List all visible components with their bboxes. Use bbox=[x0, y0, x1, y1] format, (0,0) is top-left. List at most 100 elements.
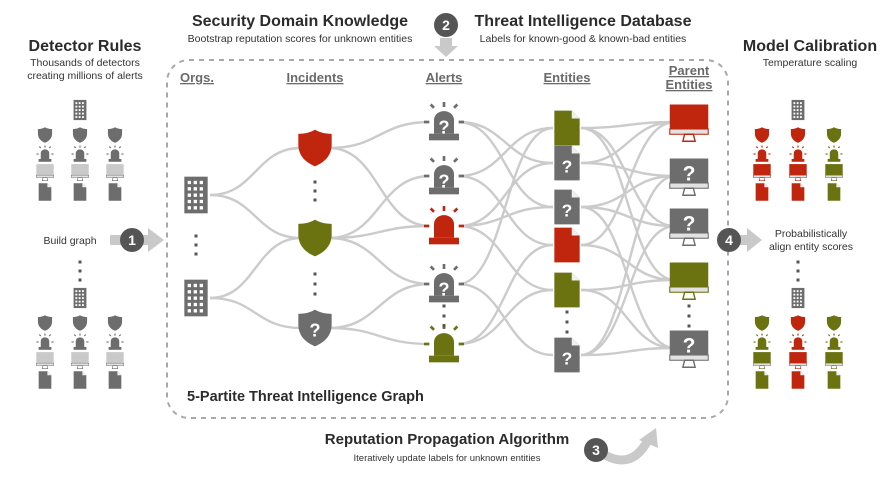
graph-edge bbox=[328, 146, 431, 228]
graph-edge bbox=[328, 120, 431, 150]
alert-icon bbox=[36, 333, 54, 350]
building-icon bbox=[184, 176, 208, 214]
ellipsis-dot bbox=[194, 252, 198, 256]
doc-icon bbox=[108, 183, 122, 201]
graph-edge bbox=[328, 326, 431, 346]
doc-node-unknown: ? bbox=[554, 145, 580, 181]
entity-doc bbox=[791, 371, 805, 389]
step-3-number: 3 bbox=[592, 442, 600, 458]
ellipsis-dot bbox=[687, 304, 691, 308]
monitor-icon bbox=[753, 352, 771, 370]
ellipsis-dot bbox=[442, 304, 446, 308]
alert-siren bbox=[789, 145, 807, 162]
alert-siren bbox=[71, 145, 89, 162]
entity-doc bbox=[38, 371, 52, 389]
parent-monitor bbox=[753, 352, 771, 370]
right-arrow-icon bbox=[747, 228, 762, 252]
doc-icon bbox=[73, 183, 87, 201]
alert-icon bbox=[36, 145, 54, 162]
shield-icon bbox=[754, 315, 770, 331]
ellipsis-dot bbox=[78, 269, 82, 273]
shield-icon bbox=[826, 315, 842, 331]
column-header-alerts: Alerts bbox=[426, 70, 463, 85]
doc-icon bbox=[108, 371, 122, 389]
unknown-marker: ? bbox=[683, 212, 696, 235]
incident-shield bbox=[107, 315, 123, 331]
shield-node-bad bbox=[298, 129, 332, 167]
detector-rules-subtitle-2: creating millions of alerts bbox=[27, 70, 143, 82]
alert-siren bbox=[753, 145, 771, 162]
left-group-top bbox=[36, 99, 124, 201]
shield-icon bbox=[72, 315, 88, 331]
ellipsis-dot bbox=[687, 324, 691, 328]
monitor-node-unknown: ? bbox=[669, 158, 709, 196]
doc-icon bbox=[73, 371, 87, 389]
monitor-icon bbox=[789, 352, 807, 370]
right-group-top bbox=[753, 99, 843, 201]
shield-icon bbox=[826, 127, 842, 143]
detector-rules-subtitle-1: Thousands of detectors bbox=[30, 57, 140, 69]
alert-icon bbox=[71, 333, 89, 350]
doc-icon bbox=[554, 227, 580, 263]
entity-doc bbox=[827, 183, 841, 201]
alert-icon bbox=[825, 333, 843, 350]
ellipsis-dot bbox=[313, 198, 317, 202]
building-icon bbox=[73, 287, 87, 309]
incident-shield bbox=[790, 127, 806, 143]
unknown-marker: ? bbox=[562, 157, 573, 177]
column-header-orgs: Orgs. bbox=[180, 70, 214, 85]
threat-db-title: Threat Intelligence Database bbox=[475, 13, 692, 30]
ellipsis-dot bbox=[313, 272, 317, 276]
shield-icon bbox=[37, 315, 53, 331]
incident-shield bbox=[37, 315, 53, 331]
right-arrow-icon bbox=[148, 228, 164, 252]
graph-edge bbox=[457, 126, 554, 178]
propagation-subtitle: Iteratively update labels for unknown en… bbox=[354, 453, 541, 464]
ellipsis-dot bbox=[565, 320, 569, 324]
parent-monitor bbox=[36, 164, 54, 182]
doc-icon bbox=[755, 183, 769, 201]
graph-edge bbox=[328, 236, 431, 286]
threat-db-subtitle: Labels for known-good & known-bad entiti… bbox=[480, 33, 687, 45]
monitor-icon bbox=[669, 104, 709, 142]
doc-icon bbox=[554, 272, 580, 308]
diagram-canvas: ?????????? Detector Rules Thousands of d… bbox=[27, 13, 877, 465]
alert-icon bbox=[789, 145, 807, 162]
graph-edge bbox=[457, 224, 554, 292]
column-header-incidents: Incidents bbox=[286, 70, 343, 85]
down-arrow-icon bbox=[434, 38, 458, 57]
entity-doc bbox=[73, 183, 87, 201]
right-group-bottom bbox=[753, 287, 843, 389]
monitor-icon bbox=[71, 352, 89, 370]
propagation-step: Reputation Propagation Algorithm Iterati… bbox=[325, 428, 658, 465]
graph-edge bbox=[209, 193, 302, 240]
left-group-bottom bbox=[36, 287, 124, 389]
step-2-number: 2 bbox=[442, 17, 450, 33]
graph-edge bbox=[580, 288, 676, 350]
step-1-number: 1 bbox=[128, 232, 136, 248]
model-calibration-subtitle: Temperature scaling bbox=[763, 57, 858, 69]
unknown-marker: ? bbox=[683, 334, 696, 357]
alert-siren bbox=[36, 145, 54, 162]
ellipsis-dot bbox=[313, 292, 317, 296]
parent-monitor bbox=[36, 352, 54, 370]
shield-icon bbox=[107, 127, 123, 143]
org-building bbox=[73, 99, 87, 121]
incident-shield bbox=[754, 127, 770, 143]
doc-node-unknown: ? bbox=[554, 189, 580, 225]
graph-edge bbox=[457, 174, 554, 247]
graph-edge bbox=[457, 120, 554, 165]
monitor-icon bbox=[669, 262, 709, 300]
unknown-marker: ? bbox=[438, 117, 449, 138]
org-building bbox=[791, 287, 805, 309]
monitor-icon bbox=[753, 164, 771, 182]
monitor-icon bbox=[789, 164, 807, 182]
shield-icon bbox=[790, 127, 806, 143]
alert-siren bbox=[789, 333, 807, 350]
monitor-icon bbox=[36, 352, 54, 370]
unknown-marker: ? bbox=[562, 349, 573, 369]
ellipsis-dot bbox=[313, 180, 317, 184]
monitor-icon bbox=[36, 164, 54, 182]
entity-doc bbox=[108, 183, 122, 201]
detector-rules-section: Detector Rules Thousands of detectors cr… bbox=[27, 38, 143, 82]
